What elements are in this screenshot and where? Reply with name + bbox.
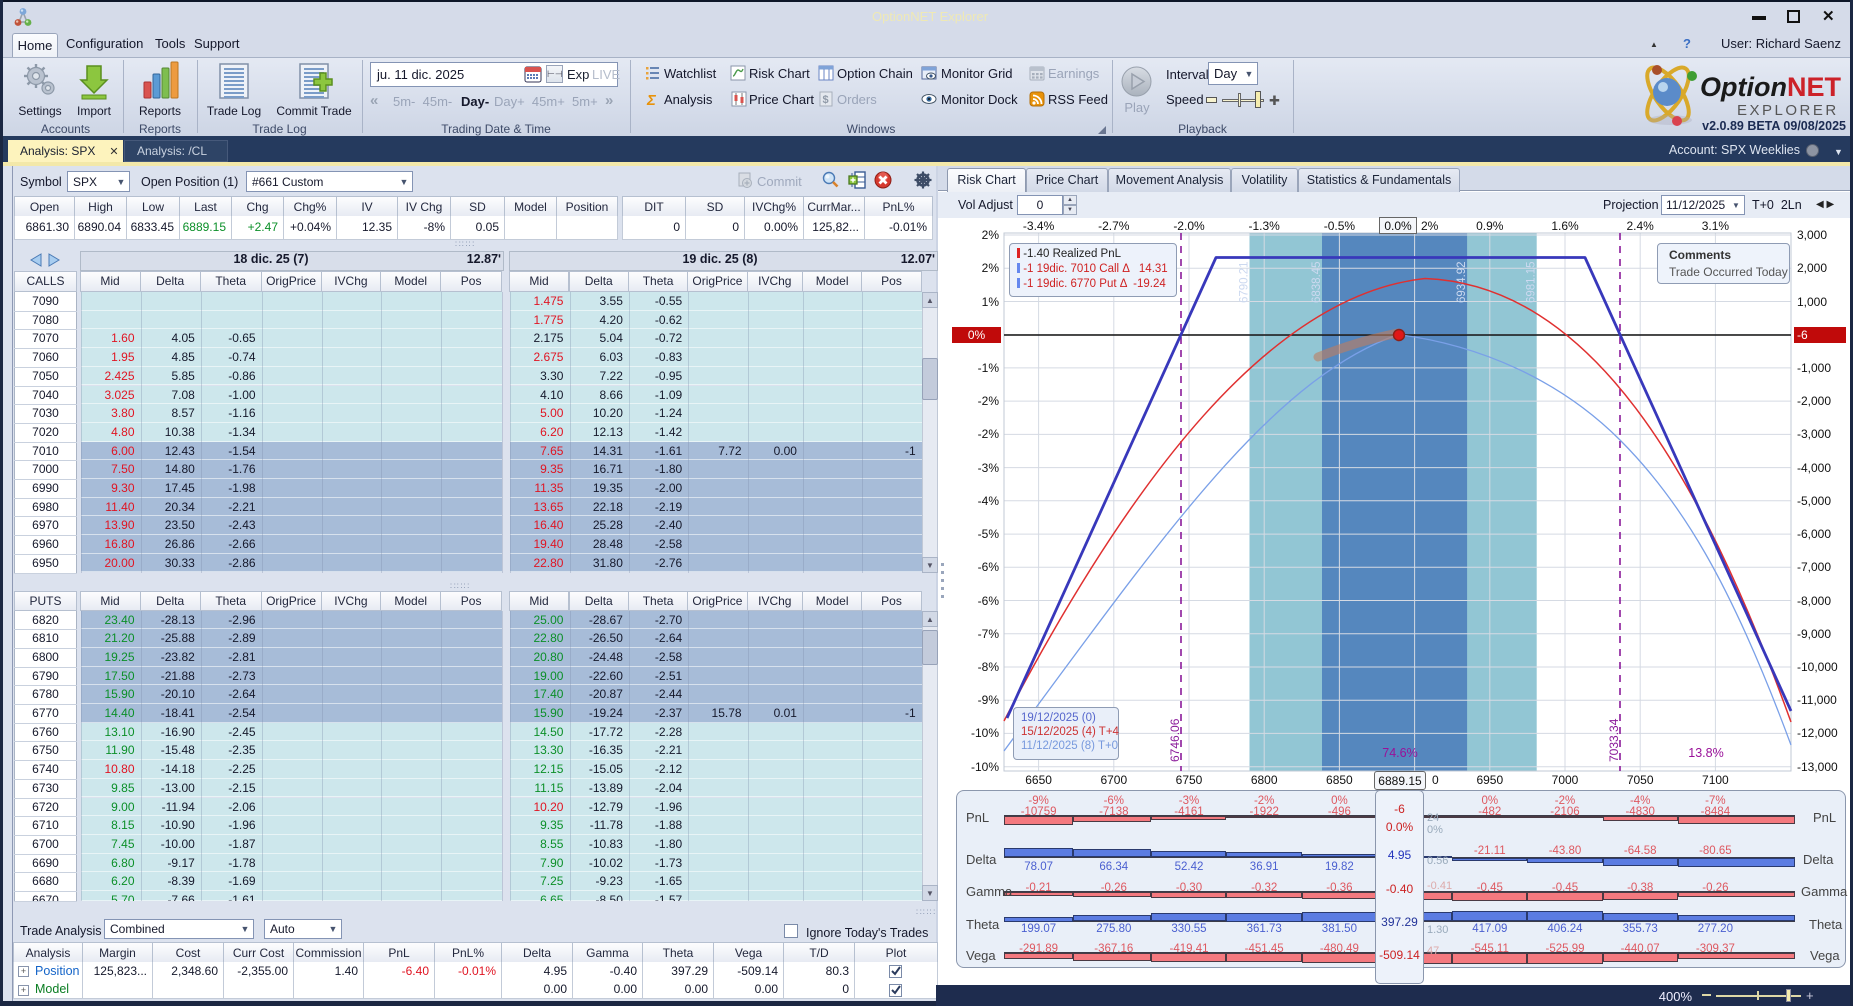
svg-text:6838.45: 6838.45 [1311,261,1323,303]
svg-text:$: $ [823,94,829,106]
svg-text:7033.34: 7033.34 [1607,718,1621,762]
svg-text:6790.21: 6790.21 [1239,261,1251,303]
svg-text:Σ: Σ [646,92,657,107]
svg-text:6981.15: 6981.15 [1526,261,1538,303]
svg-text:6746.06: 6746.06 [1168,718,1182,762]
